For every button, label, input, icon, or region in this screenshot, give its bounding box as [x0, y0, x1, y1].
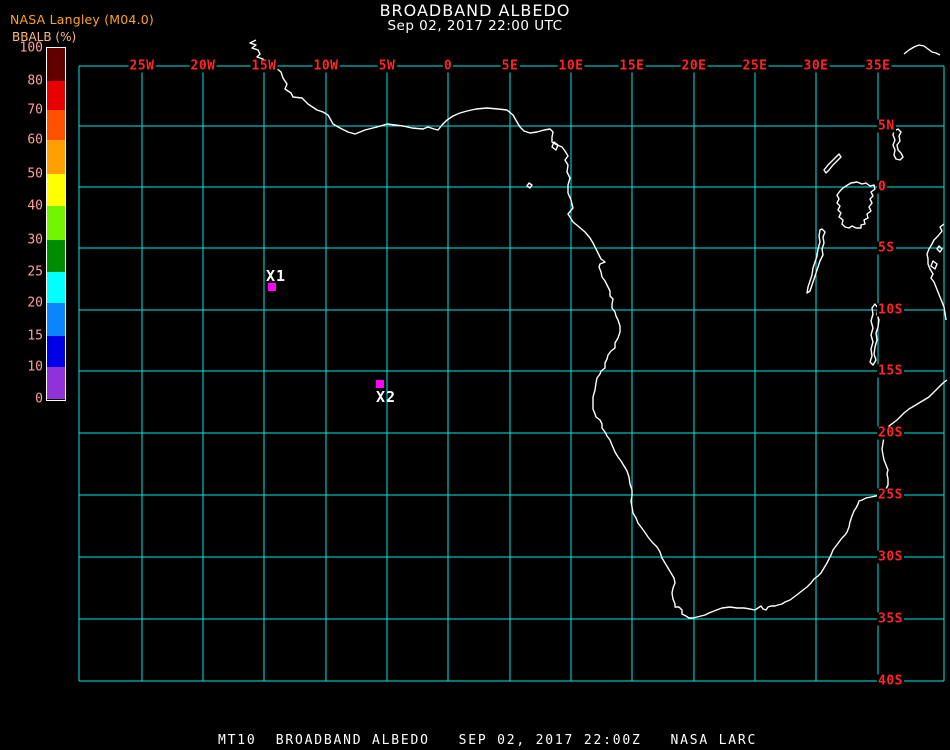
coastline-1: [926, 223, 947, 321]
coastline-0: [249, 39, 948, 619]
lon-label-10E: 10E: [557, 58, 585, 74]
lon-label-35E: 35E: [864, 58, 892, 74]
lon-label-20W: 20W: [189, 58, 217, 74]
lat-label-20S: 20S: [877, 425, 904, 441]
lon-label-15E: 15E: [618, 58, 646, 74]
marker-x2-label: X2: [375, 388, 397, 406]
lake-outline-6: [526, 182, 533, 189]
lat-label-25S: 25S: [877, 487, 904, 503]
lon-label-15W: 15W: [250, 58, 278, 74]
lon-label-0: 0: [442, 58, 454, 74]
lake-outline-8: [936, 245, 943, 253]
lon-label-25W: 25W: [128, 58, 156, 74]
lat-label-10S: 10S: [877, 302, 904, 318]
lake-outline-7: [930, 260, 938, 270]
lat-label-15S: 15S: [877, 363, 904, 379]
lat-label-40S: 40S: [877, 673, 904, 689]
lon-label-25E: 25E: [741, 58, 769, 74]
status-caption: MT10 BROADBAND ALBEDO SEP 02, 2017 22:00…: [218, 733, 758, 748]
lon-label-5W: 5W: [377, 58, 397, 74]
lon-label-10W: 10W: [312, 58, 340, 74]
lat-label-5N: 5N: [877, 118, 896, 134]
lake-outline-1: [892, 128, 904, 161]
lake-outline-0: [836, 181, 876, 229]
marker-x2-point: [376, 380, 384, 388]
marker-x1-label: X1: [265, 267, 287, 285]
lat-label-5S: 5S: [877, 240, 896, 256]
lake-outline-2: [823, 153, 842, 174]
lat-label-30S: 30S: [877, 549, 904, 565]
albedo-plot-canvas: BROADBAND ALBEDO Sep 02, 2017 22:00 UTC …: [0, 0, 950, 750]
lon-label-20E: 20E: [680, 58, 708, 74]
coastline-2: [903, 44, 941, 56]
lat-label-0: 0: [877, 179, 888, 195]
lake-outline-5: [551, 141, 559, 151]
map-plot-area: [78, 39, 948, 682]
lon-label-30E: 30E: [802, 58, 830, 74]
lat-label-35S: 35S: [877, 611, 904, 627]
lon-label-5E: 5E: [500, 58, 520, 74]
